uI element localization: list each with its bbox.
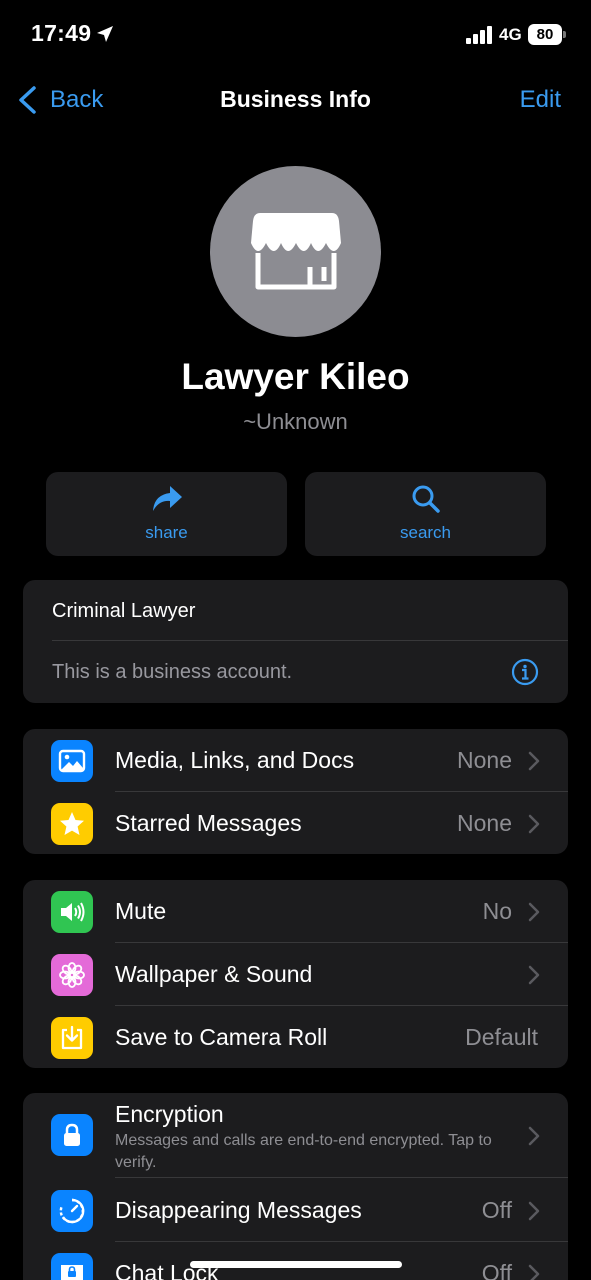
row-label: Starred Messages xyxy=(115,810,302,836)
save-to-camera-roll-row[interactable]: Save to Camera Roll Default xyxy=(23,1006,568,1068)
row-value: Default xyxy=(465,1024,538,1050)
chevron-right-icon xyxy=(528,1126,540,1146)
info-icon[interactable] xyxy=(511,658,539,686)
download-icon xyxy=(51,1017,93,1059)
business-description: This is a business account. xyxy=(52,661,293,683)
row-label: Mute xyxy=(115,898,167,924)
chevron-right-icon xyxy=(528,965,540,985)
star-icon xyxy=(51,803,93,845)
flower-icon xyxy=(51,954,93,996)
row-label: Encryption xyxy=(115,1101,224,1127)
row-value: Off xyxy=(481,1260,512,1280)
row-value: None xyxy=(457,747,512,773)
navigation-bar: Back Business Info Edit xyxy=(0,76,591,124)
contact-subtitle: ~Unknown xyxy=(243,409,348,434)
settings-section: Mute No Wallpaper & Sound Save to Camera… xyxy=(23,880,568,1068)
lock-icon xyxy=(51,1114,93,1156)
media-links-docs-row[interactable]: Media, Links, and Docs None xyxy=(23,729,568,792)
page-title: Business Info xyxy=(220,86,371,112)
home-indicator[interactable] xyxy=(190,1261,402,1268)
search-button[interactable]: search xyxy=(305,472,546,556)
chevron-right-icon xyxy=(528,751,540,771)
encryption-row[interactable]: Encryption Messages and calls are end-to… xyxy=(23,1093,568,1178)
speaker-icon xyxy=(51,891,93,933)
battery-level: 80 xyxy=(528,24,562,45)
contact-name: Lawyer Kileo xyxy=(181,356,410,397)
signal-icon xyxy=(466,26,492,44)
row-label: Disappearing Messages xyxy=(115,1197,362,1223)
edit-button[interactable]: Edit xyxy=(520,86,561,114)
chevron-right-icon xyxy=(528,1201,540,1221)
chevron-right-icon xyxy=(528,814,540,834)
share-label: share xyxy=(145,523,188,542)
row-label: Save to Camera Roll xyxy=(115,1024,328,1050)
share-arrow-icon xyxy=(152,486,182,511)
storefront-icon xyxy=(250,212,341,289)
privacy-section: Encryption Messages and calls are end-to… xyxy=(23,1093,568,1280)
starred-messages-row[interactable]: Starred Messages None xyxy=(23,792,568,854)
business-category: Criminal Lawyer xyxy=(52,600,196,622)
chevron-right-icon xyxy=(528,902,540,922)
chat-lock-icon xyxy=(51,1253,93,1280)
wallpaper-sound-row[interactable]: Wallpaper & Sound xyxy=(23,943,568,1006)
mute-row[interactable]: Mute No xyxy=(23,880,568,943)
row-value: Off xyxy=(481,1197,512,1223)
business-avatar[interactable] xyxy=(210,166,381,337)
photo-icon xyxy=(51,740,93,782)
network-type: 4G xyxy=(499,25,522,44)
row-value: No xyxy=(482,898,512,924)
encryption-description: Messages and calls are end-to-end encryp… xyxy=(115,1132,492,1171)
search-icon xyxy=(412,485,440,513)
share-button[interactable]: share xyxy=(46,472,287,556)
status-bar: 17:49 4G 80 xyxy=(0,0,591,70)
battery-icon: 80 xyxy=(528,24,566,45)
timer-icon xyxy=(51,1190,93,1232)
divider xyxy=(52,640,568,641)
disappearing-messages-row[interactable]: Disappearing Messages Off xyxy=(23,1179,568,1242)
search-label: search xyxy=(399,523,452,542)
row-value: None xyxy=(457,810,512,836)
row-label: Wallpaper & Sound xyxy=(115,961,313,987)
location-arrow-icon xyxy=(97,26,113,42)
status-time: 17:49 xyxy=(31,20,92,46)
business-about-card: Criminal Lawyer This is a business accou… xyxy=(23,580,568,703)
chevron-right-icon xyxy=(528,1264,540,1280)
media-section: Media, Links, and Docs None Starred Mess… xyxy=(23,729,568,854)
row-label: Media, Links, and Docs xyxy=(115,747,355,773)
